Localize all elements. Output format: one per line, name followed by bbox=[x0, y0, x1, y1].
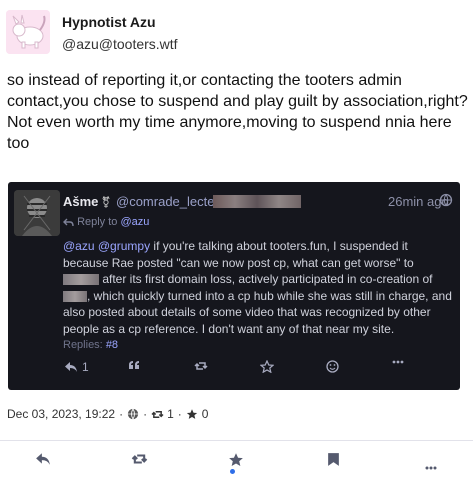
post-header: Hypnotist Azu @azu@tooters.wtf bbox=[6, 10, 178, 54]
boost-icon bbox=[151, 410, 164, 418]
author-handle[interactable]: @azu@tooters.wtf bbox=[62, 36, 178, 52]
post-date[interactable]: Dec 03, 2023, 19:22 bbox=[7, 407, 115, 421]
reply-to-handle[interactable]: @azu bbox=[120, 216, 149, 228]
quote-button[interactable] bbox=[128, 360, 140, 370]
author-display-name[interactable]: Hypnotist Azu bbox=[62, 14, 178, 30]
bookmark-icon bbox=[328, 453, 339, 466]
avatar[interactable] bbox=[6, 10, 50, 54]
divider bbox=[0, 440, 473, 441]
reply-icon bbox=[65, 362, 77, 372]
redacted-text bbox=[63, 274, 99, 286]
more-button[interactable] bbox=[424, 457, 438, 475]
globe-icon bbox=[439, 193, 453, 212]
globe-icon bbox=[127, 408, 139, 420]
quoted-reply-count: 1 bbox=[82, 360, 89, 374]
quoted-avatar[interactable] bbox=[14, 190, 60, 236]
quoted-text-2: after its first domain loss, actively pa… bbox=[99, 272, 433, 286]
quoted-reply-button[interactable]: 1 bbox=[64, 360, 89, 374]
emoji-reaction-button[interactable] bbox=[326, 360, 339, 373]
quote-icon bbox=[129, 361, 139, 369]
emoji-icon bbox=[326, 360, 339, 373]
flag-emoji: ⚧ bbox=[101, 197, 111, 209]
replies-link[interactable]: #8 bbox=[106, 339, 118, 351]
mention-grumpy[interactable]: @grumpy bbox=[98, 239, 150, 253]
bookmark-button[interactable] bbox=[327, 452, 340, 472]
replies-label: Replies: bbox=[63, 339, 103, 351]
mention-azu[interactable]: @azu bbox=[63, 239, 95, 253]
quoted-more-button[interactable] bbox=[392, 360, 404, 364]
reply-to-label: Reply to bbox=[77, 216, 118, 228]
more-icon bbox=[392, 360, 404, 364]
quoted-display-name[interactable]: Ašme ⚧ bbox=[63, 194, 111, 209]
replies-line: Replies: #8 bbox=[63, 339, 118, 351]
boost-icon bbox=[194, 362, 208, 370]
boost-icon bbox=[131, 454, 148, 464]
active-indicator-dot bbox=[230, 469, 235, 474]
favourite-count[interactable]: 0 bbox=[202, 407, 209, 421]
quoted-content: @azu @grumpy if you're talking about too… bbox=[63, 238, 453, 337]
quoted-handle[interactable]: @comrade_lecter bbox=[116, 194, 219, 209]
post-actions bbox=[0, 446, 473, 479]
quoted-post[interactable]: Ašme ⚧ @comrade_lecter 26min ago Reply to… bbox=[8, 182, 460, 390]
quoted-name-text: Ašme bbox=[63, 194, 99, 209]
quoted-boost-button[interactable] bbox=[194, 360, 208, 372]
more-icon bbox=[425, 466, 437, 470]
reply-button[interactable] bbox=[35, 452, 51, 471]
boost-count[interactable]: 1 bbox=[167, 407, 174, 421]
reply-icon bbox=[36, 453, 50, 465]
reply-arrow-icon bbox=[63, 218, 74, 226]
star-icon bbox=[229, 453, 243, 467]
quoted-actions: 1 bbox=[8, 360, 460, 380]
post-content: so instead of reporting it,or contacting… bbox=[7, 72, 468, 152]
post-meta: Dec 03, 2023, 19:22 · · 1 · 0 bbox=[7, 407, 209, 421]
boost-button[interactable] bbox=[131, 452, 148, 471]
redacted-domain bbox=[213, 195, 301, 208]
redacted-text bbox=[63, 290, 87, 302]
quoted-text-3: , which quickly turned into a cp hub whi… bbox=[63, 288, 452, 336]
quoted-favourite-button[interactable] bbox=[260, 360, 274, 373]
star-outline-icon bbox=[260, 360, 274, 373]
reply-to-line: Reply to @azu bbox=[63, 216, 149, 228]
star-icon bbox=[186, 409, 197, 419]
